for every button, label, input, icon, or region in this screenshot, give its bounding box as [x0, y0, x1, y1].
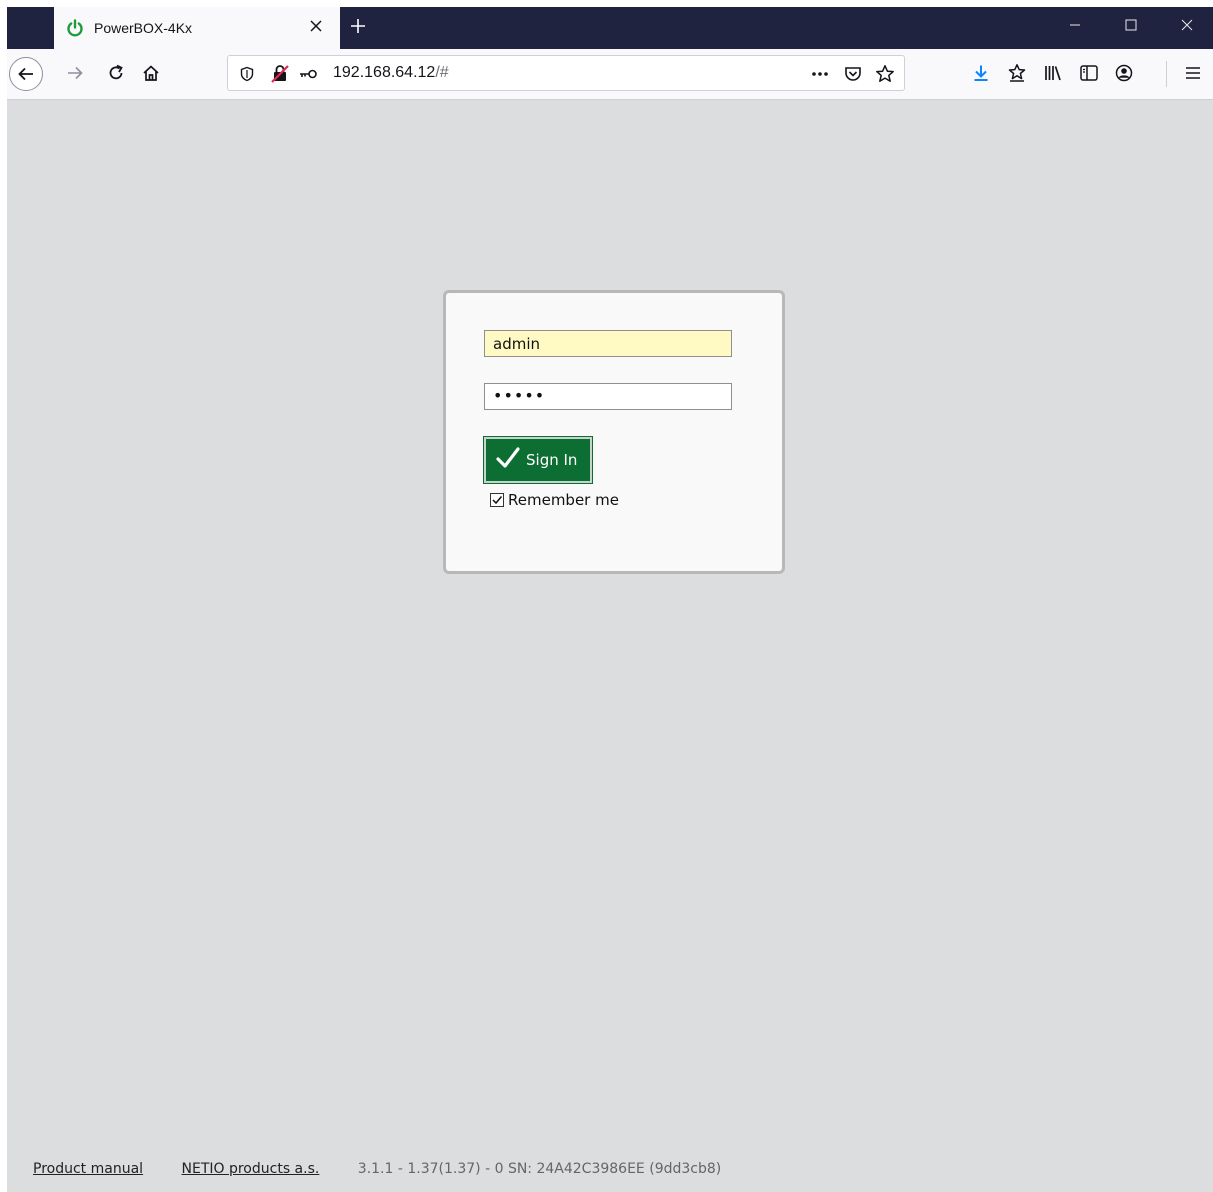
minimize-window-icon[interactable] [1049, 7, 1101, 49]
version-info: 3.1.1 - 1.37(1.37) - 0 SN: 24A42C3986EE … [357, 1161, 722, 1177]
reload-icon[interactable] [100, 57, 132, 89]
insecure-connection-icon[interactable] [268, 62, 292, 86]
pocket-icon[interactable] [841, 62, 865, 86]
close-window-icon[interactable] [1161, 7, 1213, 49]
sign-in-button[interactable]: Sign In [483, 436, 593, 484]
downloads-icon[interactable] [965, 57, 997, 89]
page-content: Sign In Remember me Product manual NETIO… [7, 100, 1213, 1192]
library-icon[interactable] [1037, 57, 1069, 89]
remember-me[interactable]: Remember me [490, 491, 619, 509]
maximize-window-icon[interactable] [1105, 7, 1157, 49]
url-text: 192.168.64.12/# [333, 64, 449, 81]
forward-arrow-icon[interactable] [59, 57, 91, 89]
login-panel: Sign In Remember me [443, 290, 785, 574]
checkmark-icon [496, 446, 520, 474]
password-field[interactable] [484, 383, 732, 410]
company-link[interactable]: NETIO products a.s. [182, 1161, 320, 1177]
tab-title: PowerBOX-4Kx [94, 20, 193, 36]
home-icon[interactable] [135, 57, 167, 89]
toolbar-divider [1166, 61, 1167, 87]
back-arrow-icon[interactable] [9, 57, 43, 91]
close-tab-icon[interactable] [304, 15, 328, 39]
shield-icon[interactable] [235, 62, 259, 86]
account-icon[interactable] [1108, 57, 1140, 89]
new-tab-button[interactable] [344, 14, 372, 42]
remember-checkbox[interactable] [490, 493, 504, 507]
browser-titlebar: PowerBOX-4Kx [7, 7, 1213, 49]
sign-in-label: Sign In [526, 451, 578, 469]
browser-tab[interactable]: PowerBOX-4Kx [54, 7, 340, 49]
power-icon [66, 19, 84, 37]
browser-toolbar: 192.168.64.12/# [7, 49, 1213, 100]
address-bar[interactable]: 192.168.64.12/# [227, 55, 905, 91]
remember-label: Remember me [508, 491, 619, 509]
key-icon[interactable] [296, 62, 320, 86]
product-manual-link[interactable]: Product manual [33, 1161, 143, 1177]
page-actions-icon[interactable] [808, 62, 832, 86]
username-field[interactable] [484, 330, 732, 357]
page-footer: Product manual NETIO products a.s. 3.1.1… [33, 1161, 721, 1177]
sidebar-icon[interactable] [1073, 57, 1105, 89]
reading-list-star-icon[interactable] [1001, 57, 1033, 89]
bookmark-star-icon[interactable] [873, 62, 897, 86]
menu-hamburger-icon[interactable] [1177, 57, 1209, 89]
